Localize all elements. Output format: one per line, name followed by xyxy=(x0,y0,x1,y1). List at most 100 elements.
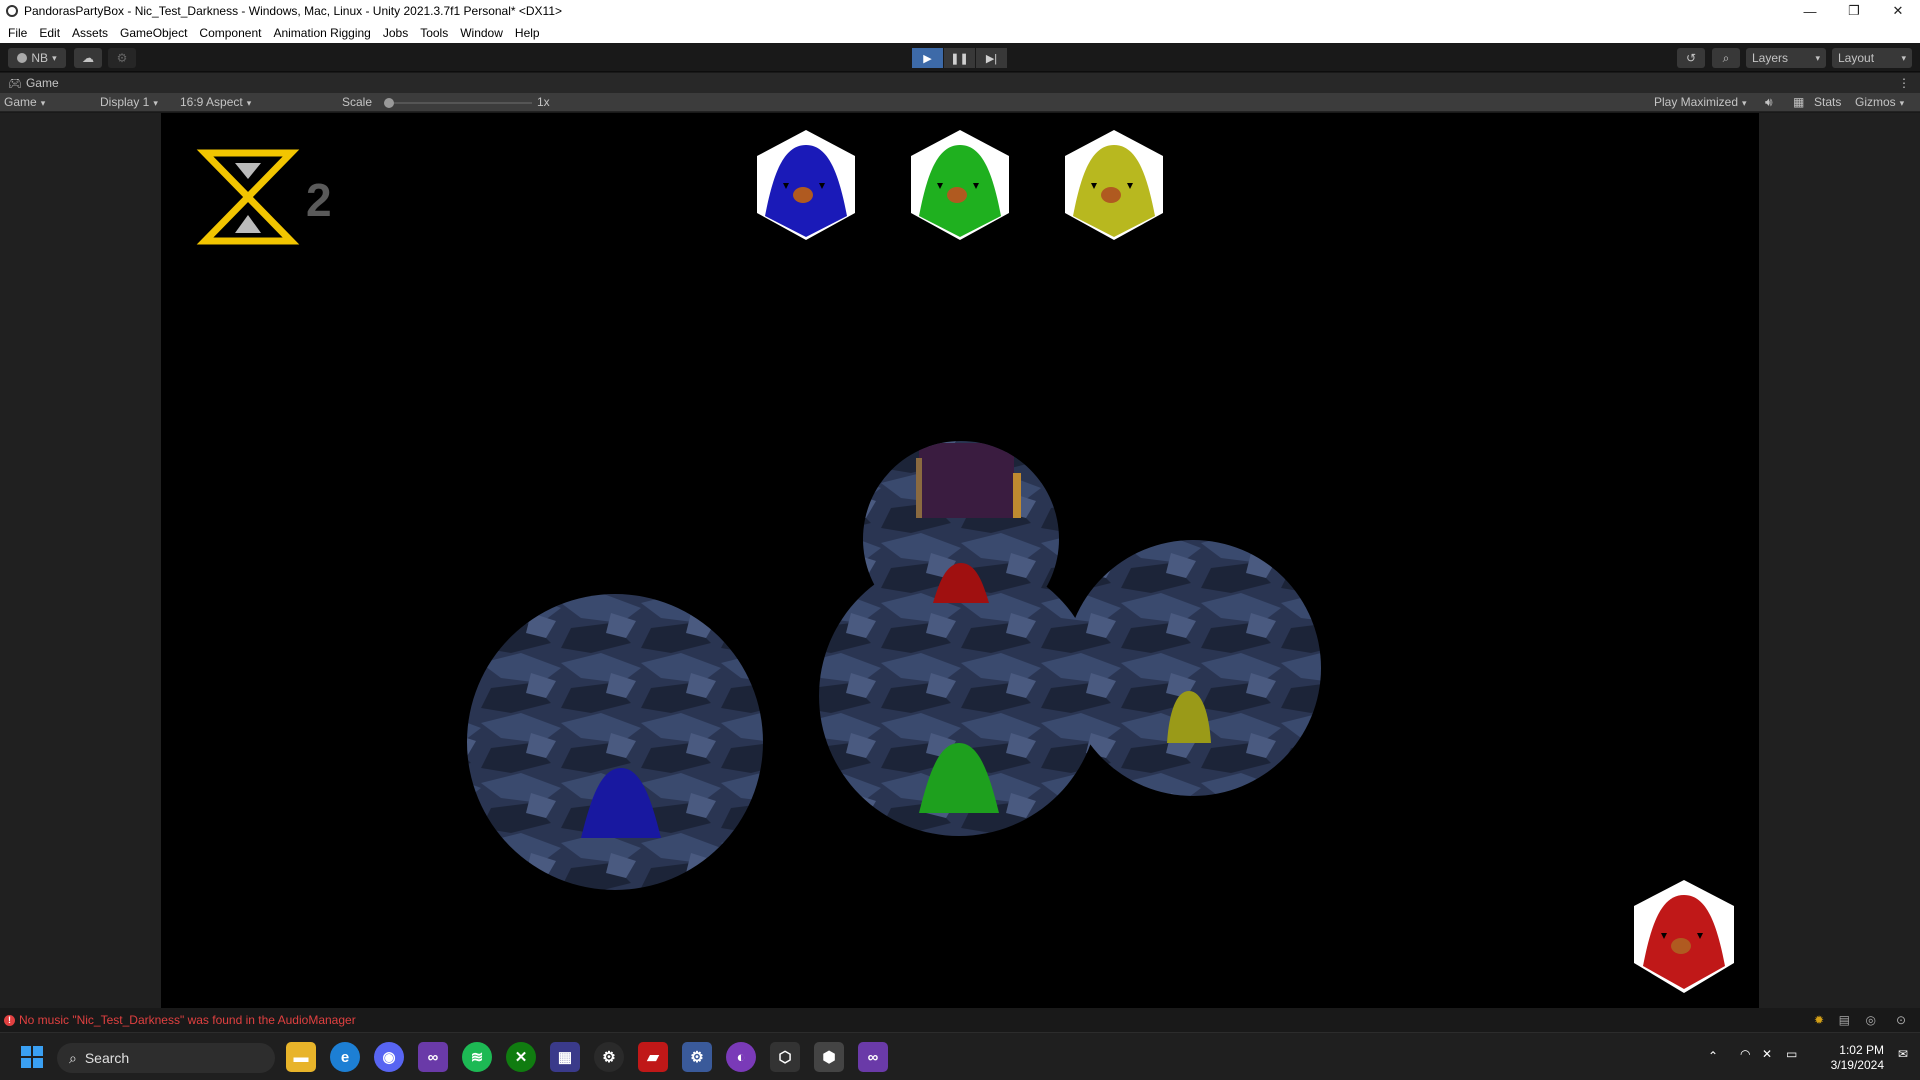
close-button[interactable]: ✕ xyxy=(1876,0,1920,22)
console-status-bar[interactable]: ! No music "Nic_Test_Darkness" was found… xyxy=(0,1008,1920,1032)
stats-button[interactable]: Stats xyxy=(1814,95,1841,109)
notification-icon[interactable]: ✉ xyxy=(1898,1047,1908,1061)
start-icon[interactable] xyxy=(17,1042,47,1072)
menu-file[interactable]: File xyxy=(8,26,27,40)
window-controls: — ❐ ✕ xyxy=(1788,0,1920,22)
app-icon[interactable]: ▰ xyxy=(638,1042,668,1072)
menu-animation-rigging[interactable]: Animation Rigging xyxy=(273,26,370,40)
scale-slider-handle[interactable] xyxy=(384,98,394,108)
step-button[interactable]: ▶| xyxy=(976,48,1007,68)
history-icon: ↺ xyxy=(1685,51,1697,65)
play-controls: ▶ ❚❚ ▶| xyxy=(912,48,1008,68)
unity-hub-icon[interactable]: ⬡ xyxy=(770,1042,800,1072)
gizmos-dropdown[interactable]: Gizmos xyxy=(1855,95,1904,109)
menu-assets[interactable]: Assets xyxy=(72,26,108,40)
layout-dropdown[interactable]: Layout ▾ xyxy=(1832,48,1912,68)
play-icon: ▶ xyxy=(923,52,932,65)
unity-icon[interactable]: ⬢ xyxy=(814,1042,844,1072)
github-icon[interactable]: ◐ xyxy=(726,1042,756,1072)
layers-label: Layers xyxy=(1752,51,1789,65)
taskbar-clock[interactable]: 1:02 PM 3/19/2024 xyxy=(1831,1043,1884,1073)
history-button[interactable]: ↺ xyxy=(1677,48,1705,68)
player-portrait-red xyxy=(1634,880,1734,993)
visual-studio-icon[interactable]: ∞ xyxy=(418,1042,448,1072)
file-explorer-icon[interactable]: ▬ xyxy=(286,1042,316,1072)
error-message[interactable]: ! No music "Nic_Test_Darkness" was found… xyxy=(4,1013,356,1027)
aspect-dropdown[interactable]: 16:9 Aspect xyxy=(180,95,251,109)
pause-button[interactable]: ❚❚ xyxy=(944,48,975,68)
auto-generate-icon[interactable]: ◎ xyxy=(1866,1013,1876,1027)
account-icon xyxy=(17,53,28,63)
player-portrait-green xyxy=(911,130,1009,240)
xbox-icon[interactable]: ✕ xyxy=(506,1042,536,1072)
hourglass-icon xyxy=(196,149,300,245)
layers-dropdown[interactable]: Layers ▾ xyxy=(1746,48,1826,68)
menu-bar: File Edit Assets GameObject Component An… xyxy=(0,22,1920,43)
collab-button[interactable]: ⚙ xyxy=(108,48,136,68)
scale-slider[interactable] xyxy=(384,98,532,108)
search-button[interactable]: ⌕ xyxy=(1712,48,1740,68)
cloud-button[interactable]: ☁ xyxy=(74,48,102,68)
chevron-down-icon: ▾ xyxy=(52,52,57,63)
scale-value: 1x xyxy=(537,95,550,109)
layout-label: Layout xyxy=(1838,51,1875,65)
window-title: PandorasPartyBox - Nic_Test_Darkness - W… xyxy=(24,4,563,18)
step-icon: ▶| xyxy=(985,52,998,65)
view-dropdown[interactable]: Game xyxy=(4,95,86,109)
visual-studio-icon[interactable]: ∞ xyxy=(858,1042,888,1072)
minimize-button[interactable]: — xyxy=(1788,0,1832,22)
display-dropdown[interactable]: Display 1 xyxy=(100,95,158,109)
scale-label: Scale xyxy=(342,95,373,109)
menu-jobs[interactable]: Jobs xyxy=(383,26,408,40)
windows-taskbar: ⌕ Search ▬ e ◉ ∞ ≋ ✕ ▦ ⚙ ▰ ⚙ ◐ ⬡ ⬢ ∞ ⌃ ◠… xyxy=(0,1032,1920,1080)
cloud-icon: ☁ xyxy=(82,51,94,65)
menu-gameobject[interactable]: GameObject xyxy=(120,26,187,40)
error-text: No music "Nic_Test_Darkness" was found i… xyxy=(19,1013,356,1027)
game-viewport: 2 xyxy=(0,113,1920,1008)
play-mode-dropdown[interactable]: Play Maximized xyxy=(1654,95,1747,109)
menu-component[interactable]: Component xyxy=(199,26,261,40)
search-icon: ⌕ xyxy=(1722,50,1730,65)
tab-game-label: Game xyxy=(25,76,59,90)
taskbar-search[interactable]: ⌕ Search xyxy=(57,1043,275,1073)
chevron-down-icon: ▾ xyxy=(1901,52,1906,63)
more-options-icon[interactable]: ⋮ xyxy=(1898,76,1910,90)
edge-icon[interactable]: e xyxy=(330,1042,360,1072)
play-button[interactable]: ▶ xyxy=(912,48,943,68)
wifi-icon[interactable]: ◠ xyxy=(1740,1047,1750,1061)
spotify-icon[interactable]: ≋ xyxy=(462,1042,492,1072)
light-circle-blue xyxy=(467,594,763,890)
menu-tools[interactable]: Tools xyxy=(420,26,448,40)
game-scene: 2 xyxy=(196,130,1734,993)
search-icon: ⌕ xyxy=(69,1049,77,1066)
settings-icon[interactable]: ⚙ xyxy=(682,1042,712,1072)
menu-window[interactable]: Window xyxy=(460,26,503,40)
chevron-up-icon[interactable]: ⌃ xyxy=(1708,1049,1718,1063)
account-label: NB xyxy=(31,51,49,65)
gamepad-icon: 🎮︎ xyxy=(8,77,22,90)
grid-icon[interactable]: ▦ xyxy=(1793,95,1804,109)
game-tab[interactable]: 🎮︎ Game ⋮ xyxy=(0,73,1920,93)
search-placeholder: Search xyxy=(84,1050,130,1066)
status-check-icon[interactable]: ⊙ xyxy=(1896,1013,1906,1027)
chevron-down-icon: ▾ xyxy=(1815,52,1820,63)
cache-icon[interactable]: ▤ xyxy=(1839,1013,1850,1027)
game-canvas[interactable]: 2 xyxy=(161,113,1759,1008)
pause-icon: ❚❚ xyxy=(950,52,969,65)
menu-help[interactable]: Help xyxy=(515,26,540,40)
main-toolbar: NB ▾ ☁ ⚙ ▶ ❚❚ ▶| ↺ ⌕ Layers ▾ Layout ▾ xyxy=(0,43,1920,72)
steam-icon[interactable]: ⚙ xyxy=(594,1042,624,1072)
maximize-button[interactable]: ❐ xyxy=(1832,0,1876,22)
account-dropdown[interactable]: NB ▾ xyxy=(8,48,66,68)
battery-icon[interactable]: ▭ xyxy=(1786,1047,1797,1061)
mute-audio-icon[interactable]: 🔊︎ xyxy=(1765,95,1773,110)
discord-icon[interactable]: ◉ xyxy=(374,1042,404,1072)
error-icon: ! xyxy=(4,1014,15,1026)
timer-count: 2 xyxy=(306,174,332,226)
light-circle-yellow xyxy=(1065,540,1321,796)
unity-logo-icon xyxy=(6,5,18,17)
store-icon[interactable]: ▦ xyxy=(550,1042,580,1072)
debug-icon[interactable]: ✹ xyxy=(1814,1013,1824,1027)
menu-edit[interactable]: Edit xyxy=(39,26,60,40)
volume-muted-icon[interactable]: ✕ xyxy=(1762,1047,1772,1061)
